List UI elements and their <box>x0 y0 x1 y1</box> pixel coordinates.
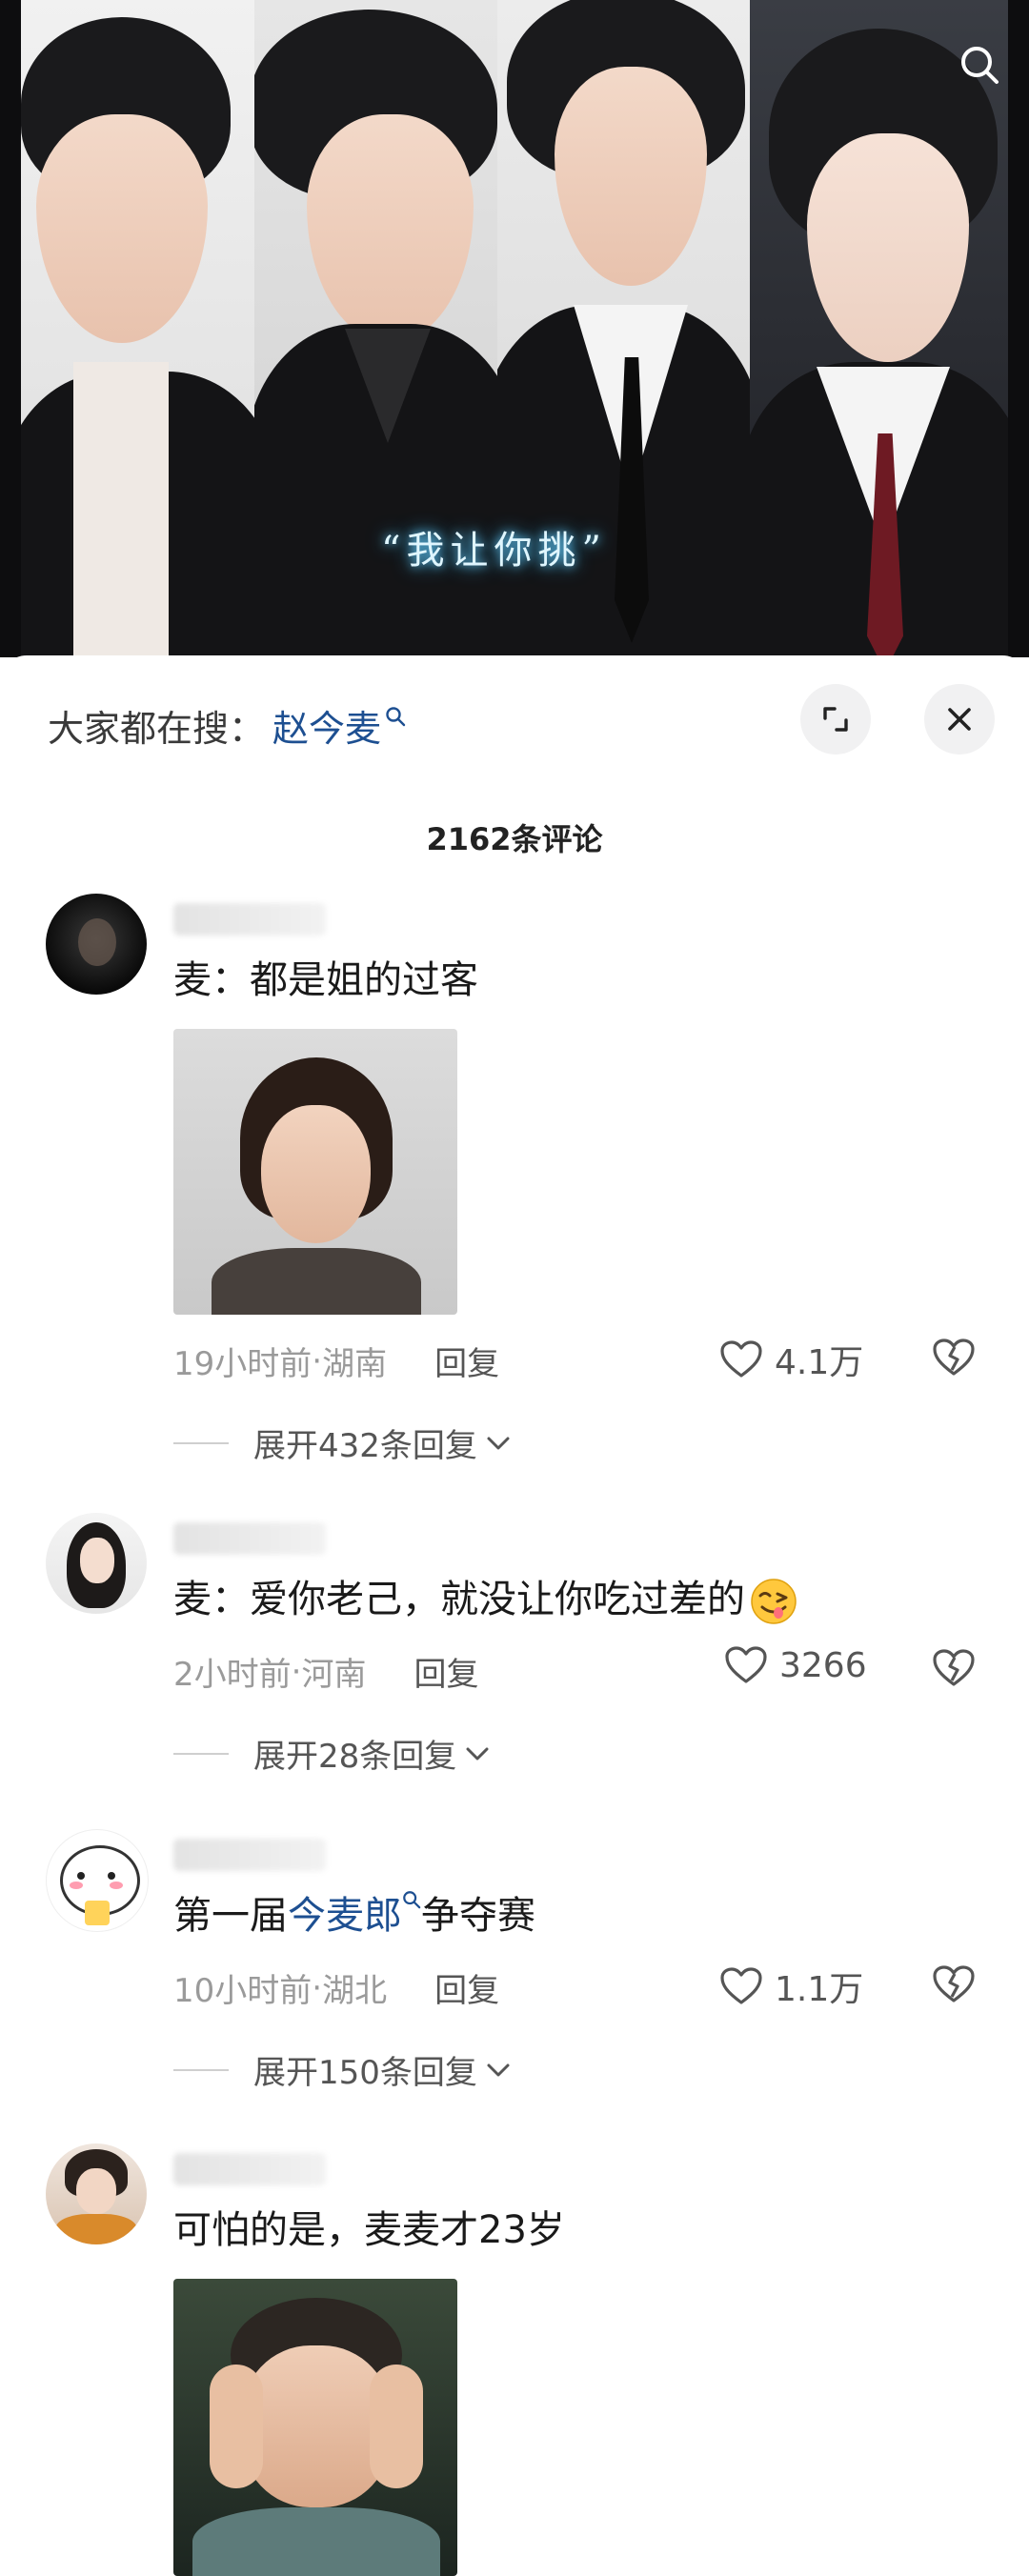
heart-icon <box>720 1340 762 1378</box>
heart-icon <box>725 1646 767 1683</box>
reply-button[interactable]: 回复 <box>434 1338 499 1384</box>
divider-dash <box>173 1441 229 1444</box>
comment-text-before: 第一届 <box>173 1894 288 1938</box>
username-blurred[interactable] <box>173 1839 326 1871</box>
comment-location: 河南 <box>301 1656 367 1694</box>
yum-face-icon <box>751 1579 797 1624</box>
comment-text-content: 麦：爱你老己，就没让你吃过差的 <box>173 1578 745 1621</box>
comment-search-link[interactable]: 今麦郎 <box>288 1894 402 1938</box>
comment-image[interactable] <box>173 1029 457 1315</box>
like-count: 3266 <box>779 1645 867 1685</box>
expand-sheet-button[interactable] <box>800 684 871 755</box>
reply-button[interactable]: 回复 <box>414 1648 478 1695</box>
expand-replies-label: 展开432条回复 <box>253 1427 477 1465</box>
chevron-down-icon <box>466 1747 489 1760</box>
trending-search-term[interactable]: 赵今麦 <box>272 699 381 752</box>
chevron-down-icon <box>487 1437 510 1449</box>
trending-search-bar[interactable]: 大家都在搜： 赵今麦 <box>48 694 406 756</box>
broken-heart-icon[interactable] <box>932 1646 976 1690</box>
avatar[interactable] <box>46 894 147 995</box>
comment-meta: 10小时前 · 湖北 回复 <box>173 1964 499 2011</box>
comment-time: 19小时前 <box>173 1345 313 1383</box>
expand-replies-button[interactable]: 展开28条回复 <box>173 1730 491 1777</box>
comment-sheet: 大家都在搜： 赵今麦 2162条评论 麦：都是姐的过客 19小时前 · 湖南 回… <box>0 655 1029 2576</box>
username-blurred[interactable] <box>173 1522 326 1555</box>
avatar[interactable] <box>46 2143 147 2244</box>
comment-text: 麦：爱你老己，就没让你吃过差的 <box>173 1568 798 1626</box>
comment-meta: 2小时前 · 河南 回复 <box>173 1648 478 1695</box>
comment-location: 湖南 <box>322 1345 388 1383</box>
close-button[interactable] <box>924 684 995 755</box>
broken-heart-icon[interactable] <box>932 1962 976 2006</box>
username-blurred[interactable] <box>173 2153 326 2185</box>
like-button[interactable]: 3266 <box>724 1645 867 1685</box>
like-count: 4.1万 <box>775 1343 864 1382</box>
expand-replies-button[interactable]: 展开150条回复 <box>173 2046 512 2093</box>
video-caption: “我让你挑” <box>381 529 607 573</box>
chevron-down-icon <box>487 2063 510 2076</box>
search-hint-icon <box>403 1891 421 1909</box>
trending-search-prefix: 大家都在搜： <box>48 707 266 750</box>
username-blurred[interactable] <box>173 903 326 936</box>
like-count: 1.1万 <box>775 1970 864 2009</box>
reply-button[interactable]: 回复 <box>434 1964 499 2011</box>
search-hint-icon <box>386 707 406 727</box>
expand-icon <box>823 707 848 732</box>
avatar[interactable] <box>46 1829 149 1932</box>
meta-separator: · <box>312 1968 323 2007</box>
comment-meta: 19小时前 · 湖南 回复 <box>173 1338 499 1384</box>
comment-text: 麦：都是姐的过客 <box>173 958 478 1002</box>
divider-dash <box>173 2068 229 2071</box>
comment-text: 可怕的是，麦麦才23岁 <box>173 2208 565 2252</box>
comment-text-after: 争夺赛 <box>421 1894 535 1938</box>
avatar[interactable] <box>46 1513 147 1614</box>
comment-time: 10小时前 <box>173 1972 313 2010</box>
like-button[interactable]: 1.1万 <box>719 1962 863 2011</box>
comment-count: 2162条评论 <box>426 821 603 857</box>
comment-text: 第一届今麦郎 争夺赛 <box>173 1884 535 1940</box>
meta-separator: · <box>291 1652 302 1691</box>
heart-icon <box>720 1967 762 2004</box>
close-icon <box>948 708 971 731</box>
divider-dash <box>173 1752 229 1755</box>
video-player[interactable]: “我让你挑” <box>0 0 1029 657</box>
search-icon <box>961 47 999 84</box>
comment-location: 湖北 <box>322 1972 388 2010</box>
expand-replies-button[interactable]: 展开432条回复 <box>173 1419 512 1466</box>
meta-separator: · <box>312 1341 323 1380</box>
broken-heart-icon[interactable] <box>932 1336 976 1379</box>
video-portrait-4 <box>750 0 1008 657</box>
video-portrait-1 <box>21 0 254 657</box>
comment-image[interactable] <box>173 2279 457 2576</box>
video-search-button[interactable] <box>958 44 1000 86</box>
like-button[interactable]: 4.1万 <box>719 1335 863 1384</box>
expand-replies-label: 展开28条回复 <box>253 1738 457 1776</box>
expand-replies-label: 展开150条回复 <box>253 2054 477 2092</box>
comment-time: 2小时前 <box>173 1656 292 1694</box>
